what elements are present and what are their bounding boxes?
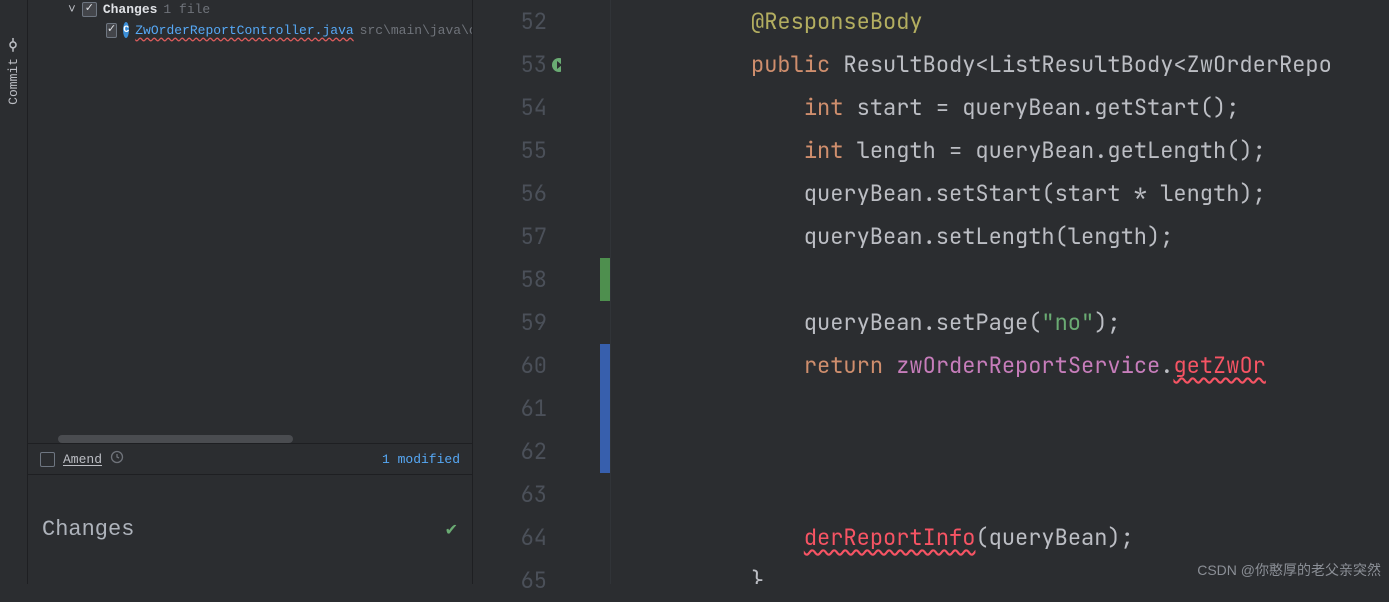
line-number[interactable]: 52	[473, 0, 547, 43]
change-marker-gutter	[561, 0, 611, 584]
commit-tab-label: Commit	[6, 58, 21, 105]
changes-node[interactable]: ˅ Changes 1 file	[28, 0, 472, 19]
line-number[interactable]: 53@	[473, 43, 547, 86]
line-number[interactable]: 63	[473, 473, 547, 516]
line-number[interactable]: 57	[473, 215, 547, 258]
code-area[interactable]: @ResponseBody public ResultBody<ListResu…	[611, 0, 1389, 584]
java-class-icon: C	[123, 22, 129, 38]
modified-line-marker[interactable]	[600, 387, 610, 430]
amend-checkbox[interactable]	[40, 452, 55, 467]
file-path: src\main\java\co	[360, 23, 472, 38]
file-name: ZwOrderReportController.java	[135, 23, 353, 38]
tool-window-bar: Commit	[0, 0, 28, 584]
modified-count[interactable]: 1 modified	[382, 452, 460, 467]
commit-tool-tab[interactable]: Commit	[2, 30, 25, 113]
added-line-marker[interactable]	[600, 258, 610, 301]
changes-checkbox[interactable]	[82, 2, 97, 17]
code-line[interactable]	[619, 258, 1389, 301]
code-line[interactable]: return zwOrderReportService.getZwOr	[619, 344, 1389, 387]
amend-label[interactable]: Amend	[63, 452, 102, 467]
code-line[interactable]	[619, 473, 1389, 516]
changes-count: 1 file	[163, 2, 210, 17]
history-icon[interactable]	[110, 450, 124, 468]
horizontal-scrollbar[interactable]	[58, 435, 293, 443]
modified-line-marker[interactable]	[600, 344, 610, 387]
commit-icon	[7, 38, 21, 52]
code-line[interactable]: @ResponseBody	[619, 0, 1389, 43]
line-number[interactable]: 61	[473, 387, 547, 430]
line-number[interactable]: 60	[473, 344, 547, 387]
changes-label: Changes	[103, 2, 158, 17]
check-icon: ✔	[445, 520, 458, 540]
commit-message-text: Changes	[42, 517, 134, 542]
commit-message-input[interactable]: Changes ✔	[28, 474, 472, 584]
line-number[interactable]: 54	[473, 86, 547, 129]
commit-panel: ˅ Changes 1 file C ZwOrderReportControll…	[28, 0, 473, 584]
code-line[interactable]: queryBean.setLength(length);	[619, 215, 1389, 258]
watermark-text: CSDN @你憨厚的老父亲突然	[1197, 560, 1381, 580]
code-line[interactable]: queryBean.setPage("no");	[619, 301, 1389, 344]
line-number[interactable]: 58	[473, 258, 547, 301]
modified-line-marker[interactable]	[600, 430, 610, 473]
code-line[interactable]: public ResultBody<ListResultBody<ZwOrder…	[619, 43, 1389, 86]
changes-tree[interactable]: ˅ Changes 1 file C ZwOrderReportControll…	[28, 0, 472, 443]
chevron-down-icon[interactable]: ˅	[68, 2, 76, 17]
line-number[interactable]: 56	[473, 172, 547, 215]
line-number[interactable]: 59	[473, 301, 547, 344]
code-editor[interactable]: 5253@545556575859606162636465 @ResponseB…	[473, 0, 1389, 584]
line-number[interactable]: 55	[473, 129, 547, 172]
code-line[interactable]: derReportInfo(queryBean);	[619, 516, 1389, 559]
code-line[interactable]: int length = queryBean.getLength();	[619, 129, 1389, 172]
code-line[interactable]	[619, 387, 1389, 430]
line-number[interactable]: 65	[473, 559, 547, 602]
code-line[interactable]: queryBean.setStart(start * length);	[619, 172, 1389, 215]
commit-options-bar: Amend 1 modified	[28, 443, 472, 474]
line-number-gutter[interactable]: 5253@545556575859606162636465	[473, 0, 561, 584]
line-number[interactable]: 64	[473, 516, 547, 559]
code-line[interactable]	[619, 430, 1389, 473]
code-line[interactable]: int start = queryBean.getStart();	[619, 86, 1389, 129]
file-checkbox[interactable]	[106, 23, 117, 38]
changed-file-row[interactable]: C ZwOrderReportController.java src\main\…	[28, 19, 472, 41]
line-number[interactable]: 62	[473, 430, 547, 473]
